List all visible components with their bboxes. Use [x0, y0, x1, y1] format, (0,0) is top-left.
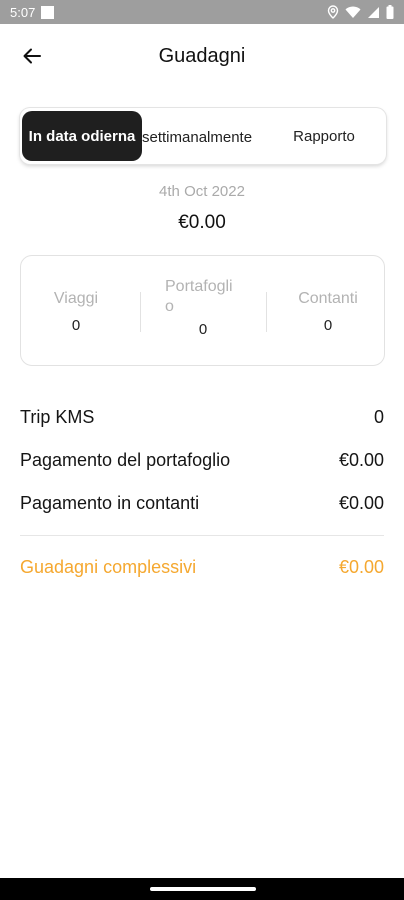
- stat-value: 0: [71, 317, 81, 334]
- row-label: Pagamento del portafoglio: [20, 449, 231, 470]
- stat-trips: Viaggi 0: [26, 289, 126, 334]
- location-icon: [327, 5, 339, 19]
- row-value: €0.00: [338, 449, 384, 470]
- home-handle[interactable]: [150, 887, 256, 891]
- row-wallet-payment: Pagamento del portafoglio €0.00: [20, 448, 384, 472]
- tab-today[interactable]: In data odierna: [22, 111, 142, 161]
- divider: [20, 535, 384, 536]
- row-label: Pagamento in contanti: [20, 492, 200, 513]
- stat-wallet: Portafoglio 0: [153, 277, 253, 338]
- back-button[interactable]: [18, 42, 46, 70]
- stat-label: Portafoglio: [165, 278, 233, 315]
- tab-weekly[interactable]: settimanalmente: [142, 108, 268, 164]
- page-title: Guadagni: [158, 44, 246, 67]
- row-cash-payment: Pagamento in contanti €0.00: [20, 491, 384, 515]
- date-label: 4th Oct 2022: [159, 183, 245, 200]
- status-icons: [327, 5, 394, 19]
- navigation-bar: [0, 878, 404, 900]
- signal-icon: [368, 6, 379, 18]
- overall-label: Guadagni complessivi: [20, 556, 197, 577]
- row-label: Trip KMS: [20, 406, 95, 427]
- total-amount: €0.00: [178, 212, 226, 233]
- row-value: €0.00: [338, 492, 384, 513]
- status-time: 5:07: [10, 4, 36, 20]
- period-tabs: In data odierna settimanalmente Rapporto: [20, 108, 386, 164]
- stat-value: 0: [323, 317, 333, 334]
- divider: [266, 292, 267, 332]
- tab-report[interactable]: Rapporto: [270, 108, 378, 164]
- stat-value: 0: [198, 321, 208, 338]
- status-bar: 5:07: [0, 0, 404, 24]
- image-icon: [41, 5, 55, 19]
- row-overall-earnings: Guadagni complessivi €0.00: [20, 555, 384, 579]
- stat-label: Contanti: [298, 290, 358, 307]
- row-trip-kms: Trip KMS 0: [20, 405, 384, 429]
- stat-label: Viaggi: [53, 290, 99, 307]
- arrow-left-icon: [23, 48, 41, 64]
- wifi-icon: [345, 6, 361, 18]
- battery-icon: [386, 5, 394, 19]
- divider: [140, 292, 141, 332]
- overall-value: €0.00: [338, 556, 384, 577]
- app-header: Guadagni: [0, 24, 404, 88]
- stats-card: Viaggi 0 Portafoglio 0 Contanti 0: [20, 255, 385, 366]
- stat-cash: Contanti 0: [278, 289, 378, 334]
- row-value: 0: [373, 406, 384, 427]
